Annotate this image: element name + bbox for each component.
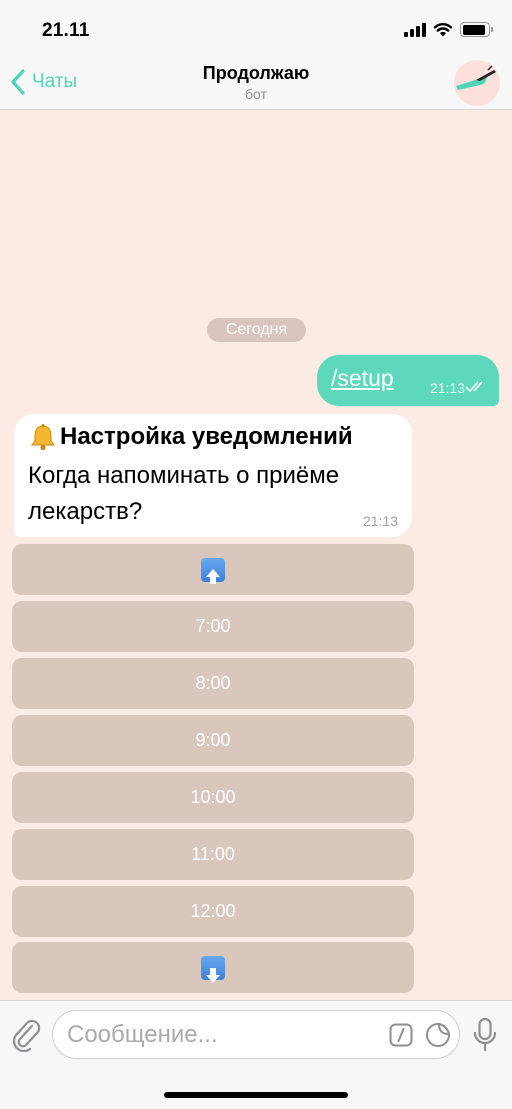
keyboard-button[interactable]: 7:00 (12, 601, 414, 652)
status-icons (404, 22, 493, 37)
keyboard-button[interactable]: 10:00 (12, 772, 414, 823)
chat-header: Чаты Продолжаю бот (0, 58, 512, 110)
date-separator: Сегодня (207, 318, 306, 342)
message-field[interactable] (52, 1010, 460, 1059)
battery-icon (460, 22, 493, 37)
wifi-icon (433, 23, 453, 37)
paperclip-icon[interactable] (10, 1017, 42, 1053)
incoming-message: Настройка уведомлений Когда напоминать о… (14, 414, 412, 537)
message-text: Когда напоминать о приёме лекарств? (28, 462, 340, 525)
message-title: Настройка уведомлений (28, 423, 353, 451)
bot-avatar-icon[interactable] (454, 60, 500, 106)
message-title-text: Настройка уведомлений (60, 423, 353, 450)
keyboard-button-up[interactable] (12, 544, 414, 595)
home-indicator[interactable] (164, 1092, 348, 1098)
status-time: 21.11 (42, 20, 90, 41)
command-link[interactable]: /setup (331, 365, 394, 392)
outgoing-message[interactable]: /setup 21:13 (317, 355, 499, 406)
status-bar: 21.11 (0, 0, 512, 58)
double-check-icon (465, 381, 483, 393)
arrow-up-icon (201, 557, 225, 584)
message-time: 21:13 (362, 513, 398, 529)
microphone-icon[interactable] (472, 1017, 498, 1053)
chat-subtitle: бот (245, 86, 267, 102)
battery-level (462, 24, 485, 35)
chat-title[interactable]: Продолжаю (0, 63, 512, 84)
message-time: 21:13 (429, 380, 465, 396)
sticker-icon[interactable] (425, 1022, 451, 1048)
keyboard-button[interactable]: 8:00 (12, 658, 414, 709)
message-input[interactable] (67, 1011, 377, 1058)
keyboard-button[interactable]: 9:00 (12, 715, 414, 766)
keyboard-button-down[interactable] (12, 942, 414, 993)
arrow-down-icon (201, 955, 225, 983)
bell-icon (31, 424, 55, 451)
keyboard-button[interactable]: 12:00 (12, 886, 414, 937)
cellular-signal-icon (404, 22, 426, 37)
slash-command-icon[interactable] (389, 1023, 413, 1047)
keyboard-button[interactable]: 11:00 (12, 829, 414, 880)
